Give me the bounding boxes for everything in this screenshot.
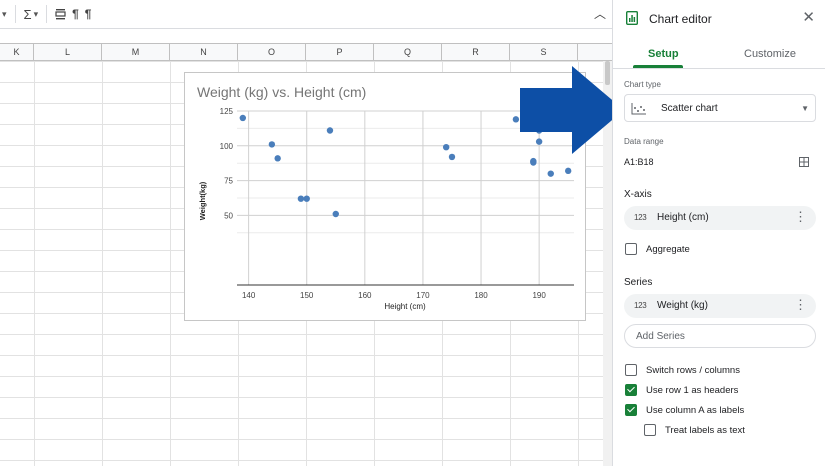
toolbar-divider — [14, 5, 16, 23]
data-point[interactable] — [564, 167, 572, 175]
x-tick-label: 160 — [358, 291, 372, 300]
data-point[interactable] — [326, 127, 334, 134]
data-point[interactable] — [239, 114, 247, 122]
x-axis-chip[interactable]: 123 Height (cm) ⋮ — [624, 206, 816, 230]
column-header[interactable]: M — [102, 44, 170, 60]
treat-labels-text-checkbox[interactable] — [644, 424, 656, 436]
column-header[interactable]: S — [510, 44, 578, 60]
rtl-text-button[interactable]: ¶ — [82, 2, 95, 26]
more-vert-icon[interactable]: ⋮ — [794, 297, 807, 313]
aggregate-label: Aggregate — [646, 244, 690, 255]
data-point[interactable] — [530, 159, 537, 166]
column-header[interactable]: Q — [374, 44, 442, 60]
data-range-label: Data range — [624, 137, 664, 146]
chart-title: Weight (kg) vs. Height (cm) — [197, 84, 366, 100]
data-point[interactable] — [448, 153, 456, 161]
number-type-icon: 123 — [634, 301, 647, 310]
close-icon[interactable]: ✕ — [802, 10, 815, 26]
x-axis-ticks: 140 150 160 170 180 190 — [242, 291, 546, 300]
editor-tabs: Setup Customize — [613, 40, 825, 69]
chart-type-label: Chart type — [624, 80, 661, 89]
data-range-input[interactable]: A1:B18 — [624, 157, 654, 167]
toolbar-divider — [46, 5, 48, 23]
use-row1-headers-checkbox[interactable] — [625, 384, 637, 396]
grid-line — [102, 61, 103, 466]
series-value: Weight (kg) — [657, 300, 708, 311]
data-point[interactable] — [297, 195, 305, 202]
x-tick-label: 150 — [300, 291, 314, 300]
pilcrow-icon: ¶ — [84, 7, 92, 21]
data-point[interactable] — [332, 210, 339, 218]
editor-title: Chart editor — [649, 12, 712, 26]
use-colA-labels-label: Use column A as labels — [646, 405, 745, 416]
chevron-down-icon: ▾ — [33, 8, 39, 19]
select-range-grid-icon[interactable] — [799, 157, 809, 167]
column-header[interactable]: L — [34, 44, 102, 60]
data-point[interactable] — [442, 143, 450, 151]
switch-rows-label: Switch rows / columns — [646, 365, 740, 376]
y-axis-label: Weight(kg) — [198, 181, 207, 220]
sigma-icon: Σ — [23, 6, 32, 22]
aggregate-checkbox[interactable] — [625, 243, 637, 255]
data-point[interactable] — [274, 155, 281, 162]
series-heading: Series — [624, 277, 653, 288]
x-tick-label: 170 — [416, 291, 430, 300]
series-chip[interactable]: 123 Weight (kg) ⋮ — [624, 294, 816, 318]
x-axis-heading: X-axis — [624, 189, 652, 200]
use-row1-headers-label: Use row 1 as headers — [646, 385, 739, 396]
y-tick-label: 125 — [220, 107, 234, 116]
x-axis-value: Height (cm) — [657, 212, 709, 223]
ltr-text-button[interactable]: ¶ — [69, 2, 82, 26]
active-tab-indicator — [633, 65, 683, 68]
switch-rows-checkbox[interactable] — [625, 364, 637, 376]
column-header[interactable]: P — [306, 44, 374, 60]
tab-customize[interactable]: Customize — [744, 48, 796, 60]
data-point[interactable] — [547, 170, 554, 177]
pointer-arrow-icon — [520, 66, 612, 154]
sheet-toolbar: ▾ Σ ▾ ¶ ¶ ︿ — [0, 0, 612, 29]
more-vert-icon[interactable]: ⋮ — [794, 209, 807, 225]
y-tick-label: 50 — [224, 211, 233, 220]
data-point[interactable] — [303, 195, 310, 202]
add-series-label: Add Series — [636, 331, 685, 342]
column-headers: K L M N O P Q R S — [0, 43, 612, 61]
chevron-down-icon: ▼ — [801, 104, 809, 113]
x-tick-label: 190 — [532, 291, 546, 300]
collapse-toolbar-icon[interactable]: ︿ — [594, 5, 606, 22]
chart-type-value: Scatter chart — [661, 103, 718, 114]
grid-line — [34, 61, 35, 466]
data-point[interactable] — [268, 141, 276, 148]
x-axis-label: Height (cm) — [384, 302, 426, 311]
use-colA-labels-checkbox[interactable] — [625, 404, 637, 416]
number-type-icon: 123 — [634, 213, 647, 222]
pilcrow-icon: ¶ — [72, 7, 79, 21]
x-tick-label: 180 — [474, 291, 488, 300]
grid-line — [170, 61, 171, 466]
more-toolbar-button[interactable] — [52, 2, 69, 26]
y-tick-label: 100 — [220, 142, 234, 151]
y-axis-ticks: 50 75 100 125 — [220, 107, 234, 220]
spreadsheet-area: ▾ Σ ▾ ¶ ¶ ︿ K L M N O P Q R S Weight (kg… — [0, 0, 612, 466]
text-align-icon — [55, 9, 66, 20]
add-series-button[interactable]: Add Series — [624, 324, 816, 348]
editor-header: Chart editor ✕ — [613, 0, 825, 38]
treat-labels-text-label: Treat labels as text — [665, 425, 745, 436]
x-tick-label: 140 — [242, 291, 256, 300]
scatter-chart-icon — [631, 103, 646, 115]
column-header[interactable]: R — [442, 44, 510, 60]
toolbar-caret-button[interactable]: ▾ — [0, 2, 10, 26]
tab-setup[interactable]: Setup — [648, 48, 679, 60]
y-tick-label: 75 — [224, 177, 233, 186]
column-header[interactable]: O — [238, 44, 306, 60]
data-point[interactable] — [512, 116, 520, 123]
column-header[interactable]: K — [0, 44, 34, 60]
chart-type-dropdown[interactable]: Scatter chart ▼ — [624, 94, 816, 122]
functions-button[interactable]: Σ ▾ — [21, 2, 42, 26]
chart-icon — [626, 11, 638, 25]
chart-editor-panel: Chart editor ✕ Setup Customize Chart typ… — [612, 0, 825, 466]
column-header[interactable]: N — [170, 44, 238, 60]
